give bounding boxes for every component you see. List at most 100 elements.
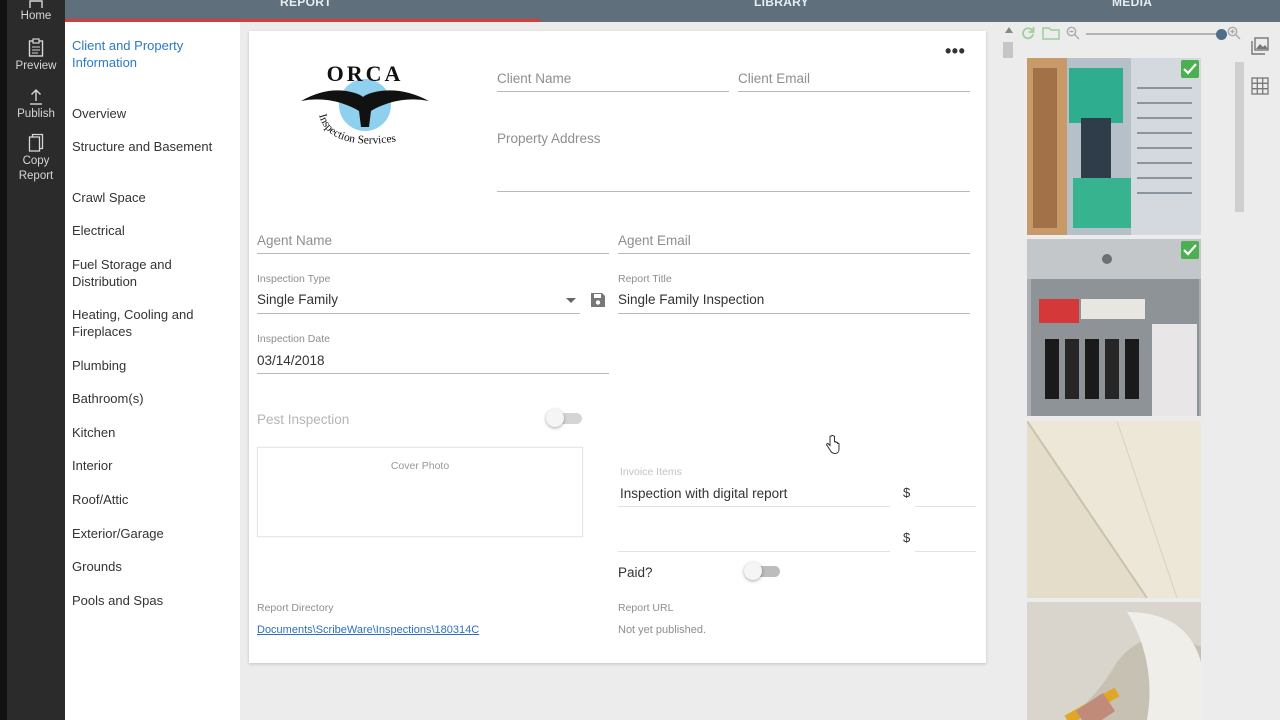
invoice-items-label: Invoice Items bbox=[620, 466, 682, 478]
nav-item-roof-attic[interactable]: Roof/Attic bbox=[72, 492, 232, 509]
invoice-amount-2-field[interactable] bbox=[915, 527, 976, 552]
agent-email-placeholder: Agent Email bbox=[618, 233, 691, 248]
invoice-item-2-field[interactable] bbox=[618, 527, 890, 552]
selected-check-icon bbox=[1181, 60, 1199, 78]
property-address-placeholder: Property Address bbox=[497, 131, 601, 146]
tab-library[interactable]: LIBRARY bbox=[754, 0, 809, 9]
rail-preview-button[interactable]: Preview bbox=[7, 38, 65, 74]
nav-item-heating[interactable]: Heating, Cooling and Fireplaces bbox=[72, 307, 232, 340]
report-url-value: Not yet published. bbox=[618, 624, 707, 636]
paid-toggle[interactable] bbox=[744, 562, 780, 580]
property-address-field[interactable]: Property Address bbox=[497, 127, 970, 192]
media-toolbar bbox=[1000, 22, 1280, 95]
nav-item-plumbing[interactable]: Plumbing bbox=[72, 358, 232, 375]
thermometer-photo bbox=[1027, 602, 1201, 720]
dropdown-caret-icon bbox=[566, 298, 576, 303]
nav-item-grounds[interactable]: Grounds bbox=[72, 559, 232, 576]
refresh-icon[interactable] bbox=[1021, 26, 1035, 40]
client-name-field[interactable]: Client Name bbox=[497, 67, 729, 92]
nav-item-interior[interactable]: Interior bbox=[72, 458, 232, 475]
invoice-amount-1-field[interactable] bbox=[915, 482, 976, 507]
paid-label: Paid? bbox=[618, 565, 653, 580]
inspection-date-field[interactable]: 03/14/2018 bbox=[257, 350, 609, 374]
selected-check-icon bbox=[1181, 241, 1199, 259]
client-email-placeholder: Client Email bbox=[738, 71, 811, 86]
nav-item-fuel-storage[interactable]: Fuel Storage and Distribution bbox=[72, 257, 232, 290]
report-directory-link[interactable]: Documents\ScribeWare\Inspections\180314C bbox=[257, 624, 479, 636]
grid-view-icon[interactable] bbox=[1251, 77, 1269, 95]
tab-media[interactable]: MEDIA bbox=[1112, 0, 1152, 9]
hand-cursor-icon bbox=[826, 435, 840, 455]
nav-item-electrical[interactable]: Electrical bbox=[72, 223, 232, 240]
media-scrollbar-thumb[interactable] bbox=[1235, 62, 1244, 212]
media-photo-1[interactable] bbox=[1027, 58, 1201, 235]
image-view-icon[interactable] bbox=[1251, 37, 1269, 55]
nav-item-kitchen[interactable]: Kitchen bbox=[72, 425, 232, 442]
media-photo-2[interactable] bbox=[1027, 239, 1201, 416]
home-icon bbox=[29, 0, 43, 8]
inspection-type-value: Single Family bbox=[257, 292, 339, 307]
media-photo-3[interactable] bbox=[1027, 421, 1201, 598]
ceiling-corner-photo bbox=[1027, 421, 1201, 598]
rail-home-button[interactable]: Home bbox=[7, 0, 65, 24]
invoice-currency-2: $ bbox=[903, 530, 911, 545]
report-directory-label: Report Directory bbox=[257, 602, 334, 614]
clipboard-icon bbox=[28, 38, 44, 57]
inspection-type-select[interactable]: Single Family bbox=[257, 289, 580, 314]
card-scrollbar-thumb[interactable] bbox=[1003, 42, 1013, 58]
agent-name-placeholder: Agent Name bbox=[257, 233, 333, 248]
upload-icon bbox=[30, 89, 42, 105]
more-options-icon[interactable]: ••• bbox=[945, 42, 965, 60]
media-photo-4[interactable] bbox=[1027, 602, 1201, 720]
report-title-field[interactable]: Single Family Inspection bbox=[618, 289, 970, 314]
nav-item-pools-spas[interactable]: Pools and Spas bbox=[72, 593, 232, 610]
inspection-date-value: 03/14/2018 bbox=[257, 353, 325, 368]
rail-copy-report-button[interactable]: Copy Report bbox=[7, 133, 65, 184]
tab-report[interactable]: REPORT bbox=[280, 0, 332, 9]
rail-publish-button[interactable]: Publish bbox=[7, 86, 65, 122]
inspection-type-label: Inspection Type bbox=[257, 273, 331, 285]
nav-item-client-property[interactable]: Client and Property Information bbox=[72, 38, 232, 71]
rail-copy-report-label: Copy Report bbox=[18, 155, 54, 182]
invoice-item-1-value: Inspection with digital report bbox=[620, 486, 788, 501]
report-title-value: Single Family Inspection bbox=[618, 292, 765, 307]
inspection-date-label: Inspection Date bbox=[257, 333, 330, 345]
zoom-slider-thumb[interactable] bbox=[1216, 29, 1227, 40]
logo-wordmark: ORCA bbox=[327, 61, 404, 86]
agent-email-field[interactable]: Agent Email bbox=[618, 229, 970, 254]
rail-preview-label: Preview bbox=[15, 60, 57, 72]
invoice-currency-1: $ bbox=[903, 485, 911, 500]
nav-item-exterior-garage[interactable]: Exterior/Garage bbox=[72, 526, 232, 543]
orca-logo-icon: ORCA Inspection Services bbox=[301, 61, 429, 147]
copy-icon bbox=[28, 133, 44, 152]
report-title-label: Report Title bbox=[618, 273, 672, 285]
client-name-placeholder: Client Name bbox=[497, 71, 572, 86]
report-url-label: Report URL bbox=[618, 602, 674, 614]
scroll-up-arrow-icon[interactable] bbox=[1005, 27, 1013, 33]
client-email-field[interactable]: Client Email bbox=[738, 67, 970, 92]
rail-edge bbox=[0, 0, 7, 720]
breaker-panel-photo bbox=[1027, 239, 1201, 416]
zoom-out-icon[interactable] bbox=[1066, 26, 1080, 40]
pest-inspection-label: Pest Inspection bbox=[257, 412, 350, 427]
nav-item-bathrooms[interactable]: Bathroom(s) bbox=[72, 391, 232, 408]
rail-publish-label: Publish bbox=[17, 108, 55, 120]
pest-inspection-toggle[interactable] bbox=[546, 409, 582, 427]
company-logo[interactable]: ORCA Inspection Services bbox=[299, 57, 431, 166]
electrical-label-photo bbox=[1027, 58, 1201, 235]
cover-photo-label: Cover Photo bbox=[390, 460, 450, 472]
save-icon[interactable] bbox=[590, 292, 606, 308]
nav-item-structure[interactable]: Structure and Basement bbox=[72, 139, 232, 156]
zoom-in-icon[interactable] bbox=[1227, 26, 1241, 40]
app-rail: Home Preview Publish Copy Report bbox=[0, 0, 65, 720]
section-nav: Client and Property Information Overview… bbox=[65, 22, 240, 720]
cover-photo-dropzone[interactable]: Cover Photo bbox=[257, 447, 583, 537]
folder-icon[interactable] bbox=[1042, 26, 1060, 40]
rail-home-label: Home bbox=[20, 10, 52, 22]
report-card: ORCA Inspection Services ••• Client Name… bbox=[249, 31, 986, 663]
zoom-slider-track[interactable] bbox=[1086, 33, 1224, 35]
nav-item-overview[interactable]: Overview bbox=[72, 106, 232, 123]
invoice-item-1-field[interactable]: Inspection with digital report bbox=[618, 482, 890, 507]
nav-item-crawl-space[interactable]: Crawl Space bbox=[72, 190, 232, 207]
agent-name-field[interactable]: Agent Name bbox=[257, 229, 609, 254]
